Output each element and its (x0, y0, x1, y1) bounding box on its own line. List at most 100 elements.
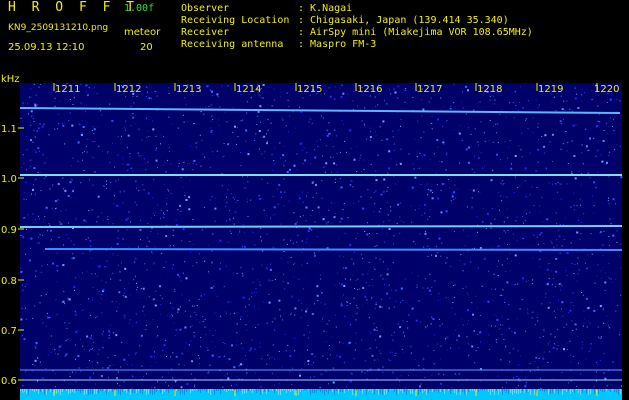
x-tick-label: 1212 (116, 84, 141, 95)
noise-speckle (597, 308, 598, 310)
noise-speckle (100, 375, 103, 377)
noise-speckle (273, 160, 275, 161)
bottom-band-spike (464, 389, 465, 395)
noise-speckle (214, 312, 216, 314)
noise-speckle (169, 315, 171, 317)
noise-speckle (170, 356, 172, 358)
noise-speckle (504, 346, 506, 348)
noise-speckle (233, 272, 235, 274)
noise-speckle (169, 246, 171, 247)
noise-speckle (40, 364, 42, 366)
noise-speckle (255, 133, 257, 135)
noise-speckle (559, 224, 561, 225)
noise-speckle (214, 207, 217, 210)
noise-speckle (83, 219, 86, 222)
noise-speckle (549, 141, 551, 143)
noise-speckle (267, 119, 269, 121)
noise-speckle (491, 208, 493, 210)
noise-speckle (64, 355, 66, 357)
noise-speckle (470, 133, 472, 135)
noise-speckle (478, 157, 480, 159)
bottom-band-spike (362, 389, 363, 394)
noise-speckle (481, 285, 483, 287)
noise-speckle (446, 257, 448, 259)
bottom-band-spike (74, 389, 75, 393)
noise-speckle (290, 257, 292, 259)
noise-speckle (519, 308, 521, 310)
noise-speckle (89, 313, 91, 315)
noise-speckle (266, 267, 268, 269)
noise-speckle (368, 233, 370, 234)
noise-speckle (570, 206, 572, 208)
noise-speckle (224, 374, 226, 376)
bottom-band-spike (614, 389, 615, 392)
bottom-band-spike (354, 389, 355, 393)
noise-speckle (261, 178, 263, 180)
noise-speckle (340, 304, 343, 307)
bottom-band-spike (30, 389, 31, 390)
noise-speckle (135, 322, 137, 324)
noise-speckle (266, 322, 268, 324)
noise-speckle (426, 325, 428, 327)
noise-speckle (366, 349, 368, 351)
signal-line (19, 225, 623, 228)
bottom-band-spike (384, 389, 385, 395)
bottom-band-spike (298, 389, 299, 395)
noise-speckle (448, 187, 450, 189)
noise-speckle (137, 128, 140, 131)
noise-speckle (155, 159, 158, 162)
noise-speckle (427, 345, 429, 347)
noise-speckle (330, 156, 332, 158)
noise-speckle (514, 284, 516, 286)
noise-speckle (276, 188, 278, 190)
noise-speckle (445, 297, 447, 299)
noise-speckle (178, 363, 180, 365)
noise-speckle (454, 283, 456, 286)
noise-speckle (355, 332, 357, 334)
bottom-band-spike (566, 389, 567, 392)
noise-speckle (610, 223, 612, 225)
noise-speckle (246, 201, 248, 203)
noise-speckle (229, 218, 231, 220)
noise-speckle (578, 219, 580, 221)
noise-speckle (554, 336, 556, 338)
noise-speckle (287, 99, 289, 101)
noise-speckle (402, 320, 404, 322)
bottom-band-spike (392, 389, 393, 390)
noise-speckle (423, 246, 425, 248)
noise-speckle (56, 200, 58, 202)
noise-speckle (414, 359, 416, 360)
noise-speckle (37, 215, 39, 217)
noise-speckle (102, 347, 104, 349)
noise-speckle (518, 377, 519, 379)
noise-speckle (386, 292, 389, 295)
noise-speckle (258, 148, 260, 150)
noise-speckle (472, 189, 475, 192)
noise-speckle (514, 331, 516, 334)
noise-speckle (151, 251, 153, 253)
noise-speckle (211, 354, 214, 357)
noise-speckle (172, 229, 174, 231)
bottom-band-spike (470, 389, 471, 391)
noise-speckle (23, 338, 26, 341)
noise-speckle (204, 260, 206, 262)
noise-speckle (101, 212, 103, 214)
noise-speckle (507, 244, 508, 245)
noise-speckle (532, 233, 534, 235)
bottom-band-spike (348, 389, 349, 391)
noise-speckle (553, 278, 555, 279)
noise-speckle (229, 313, 231, 315)
noise-speckle (524, 219, 526, 221)
noise-speckle (111, 119, 114, 122)
noise-speckle (290, 239, 292, 241)
noise-speckle (335, 135, 337, 137)
noise-speckle (321, 292, 323, 294)
noise-speckle (288, 106, 290, 108)
noise-speckle (286, 171, 289, 174)
noise-speckle (374, 176, 376, 178)
bottom-band-spike (164, 389, 165, 392)
bottom-band-spike (122, 389, 123, 392)
noise-speckle (620, 243, 622, 245)
noise-speckle (339, 151, 341, 153)
noise-speckle (183, 364, 185, 366)
